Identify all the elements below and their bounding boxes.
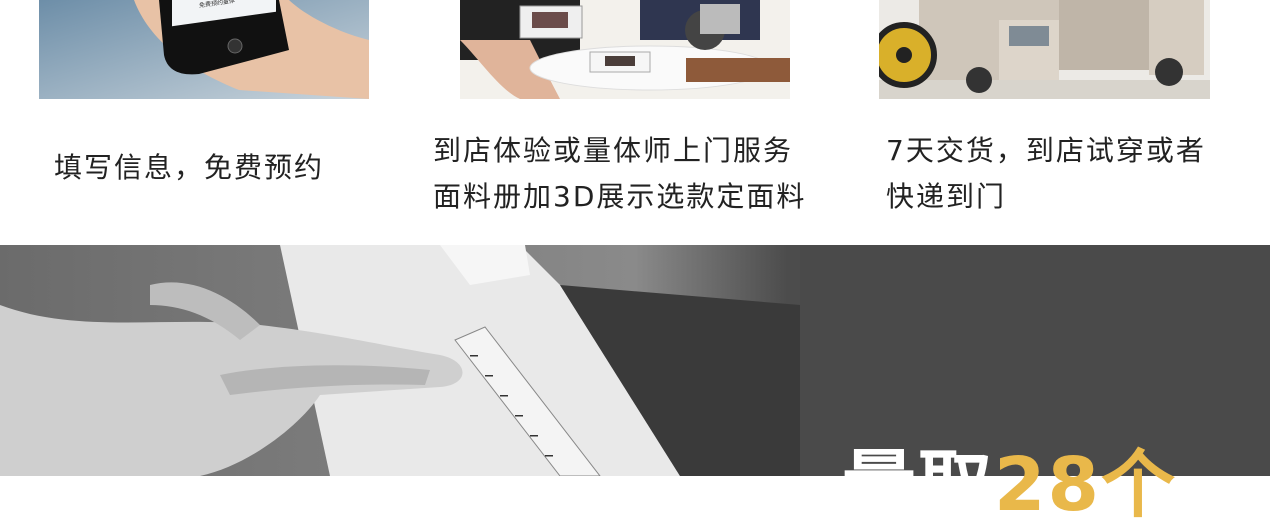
step-3-line-1: 7天交货，到店试穿或者 — [886, 134, 1206, 167]
step-2-line-1: 到店体验或量体师上门服务 — [433, 134, 794, 167]
delivery-truck-photo — [879, 0, 1210, 99]
step-2-line-2: 面料册加3D展示选款定面料 — [433, 180, 807, 213]
phone-booking-photo: 免费预约量体 — [39, 0, 369, 99]
fabric-consultation-photo — [460, 0, 790, 99]
step-3-text: 7天交货，到店试穿或者 快递到门 — [886, 128, 1206, 220]
step-1-line-1: 填写信息，免费预约 — [54, 151, 325, 184]
step-1-text: 填写信息，免费预约 — [54, 145, 324, 191]
step-2-text: 到店体验或量体师上门服务 面料册加3D展示选款定面料 — [433, 128, 806, 220]
banner-headline: 量取28个 — [842, 448, 1177, 522]
headline-white-text: 量取 — [842, 442, 994, 528]
step-3-line-2: 快递到门 — [886, 180, 1007, 213]
headline-gold-text: 28个 — [994, 442, 1177, 528]
